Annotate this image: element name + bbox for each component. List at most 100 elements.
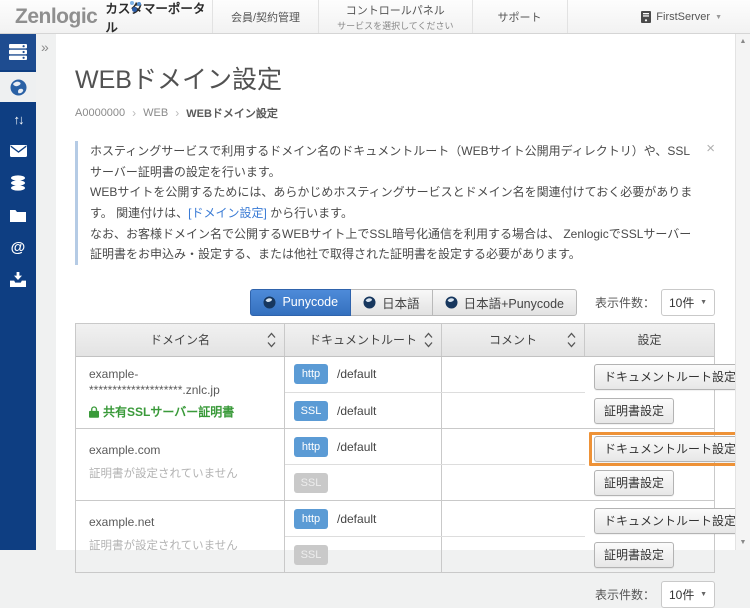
- sort-down-icon: [567, 341, 576, 347]
- info-paragraph-2-tail: から行います。: [267, 206, 353, 220]
- display-count-value: 10件: [669, 586, 694, 603]
- caret-down-icon: ▼: [700, 591, 707, 598]
- database-icon: [10, 175, 26, 191]
- display-count-select-bottom[interactable]: 10件 ▼: [661, 581, 715, 608]
- breadcrumb-account[interactable]: A0000000: [75, 107, 125, 119]
- menu-item-support[interactable]: サポート: [472, 0, 568, 33]
- header-domain-name[interactable]: ドメイン名: [76, 324, 285, 356]
- scroll-down-arrow-icon[interactable]: ▼: [740, 539, 747, 546]
- docroot-settings-button[interactable]: ドキュメントルート設定: [594, 508, 746, 534]
- http-path: /default: [337, 512, 376, 526]
- table-toolbar: Punycode 日本語 日本語+Punycode 表示件数： 10件 ▼: [75, 289, 715, 316]
- account-selector[interactable]: FirstServer ▼: [641, 0, 722, 34]
- cert-settings-button[interactable]: 証明書設定: [594, 398, 674, 424]
- info-paragraph-2-text: WEBサイトを公開するためには、あらかじめホスティングサービスとドメイン名を関連…: [90, 185, 692, 220]
- no-cert-note: 証明書が設定されていません: [89, 537, 274, 553]
- domain-table: ドメイン名 ドキュメントルート コメント: [75, 323, 715, 573]
- scroll-up-arrow-icon[interactable]: ▲: [740, 38, 747, 45]
- header-label: コメント: [489, 331, 537, 348]
- sidebar-item-install[interactable]: [0, 264, 36, 294]
- sort-up-icon: [424, 332, 433, 338]
- ssl-comment: [442, 465, 585, 500]
- ssl-subrow: SSL: [285, 465, 585, 500]
- globe-icon: [10, 79, 27, 96]
- settings-cell: ドキュメントルート設定 証明書設定: [585, 501, 714, 572]
- vertical-scrollbar[interactable]: ▲ ▼: [735, 34, 750, 550]
- ssl-docroot: SSL: [285, 537, 442, 572]
- header-document-root[interactable]: ドキュメントルート: [285, 324, 442, 356]
- ssl-subrow: SSL /default: [285, 393, 585, 428]
- display-count-select[interactable]: 10件 ▼: [661, 289, 715, 316]
- japanese-punycode-toggle-button[interactable]: 日本語+Punycode: [432, 289, 577, 316]
- menu-label: サポート: [498, 9, 542, 25]
- breadcrumb-web[interactable]: WEB: [143, 107, 168, 119]
- chevron-right-icon: ›: [132, 106, 136, 120]
- sidebar-item-web-domain[interactable]: [0, 72, 36, 102]
- folder-icon: [10, 209, 26, 222]
- header-label: 設定: [637, 331, 661, 348]
- sidebar-item-mail-address[interactable]: @: [0, 232, 36, 262]
- http-subrow: http /default: [285, 429, 585, 465]
- settings-cell: ドキュメントルート設定 証明書設定: [585, 429, 714, 500]
- sidebar-item-files[interactable]: [0, 200, 36, 230]
- menu-item-members[interactable]: 会員/契約管理: [212, 0, 318, 33]
- docroot-comment-cell: http /default SSL: [285, 429, 585, 500]
- header-settings: 設定: [585, 324, 714, 356]
- ssl-comment: [442, 537, 585, 572]
- sidebar-expand-chevrons[interactable]: »: [41, 39, 49, 55]
- japanese-toggle-button[interactable]: 日本語: [350, 289, 433, 316]
- at-sign-icon: @: [11, 239, 26, 256]
- http-docroot: http /default: [285, 501, 442, 536]
- ssl-docroot: SSL /default: [285, 393, 442, 428]
- http-docroot: http /default: [285, 357, 442, 392]
- sort-arrows[interactable]: [267, 332, 276, 347]
- orange-highlight-box: ドキュメントルート設定: [589, 432, 750, 466]
- docroot-settings-button[interactable]: ドキュメントルート設定: [594, 364, 746, 390]
- sort-up-icon: [567, 332, 576, 338]
- sort-down-icon: [267, 341, 276, 347]
- table-header: ドメイン名 ドキュメントルート コメント: [76, 324, 714, 357]
- caret-down-icon: ▼: [715, 14, 722, 21]
- http-subrow: http /default: [285, 501, 585, 537]
- sidebar-item-mail[interactable]: [0, 136, 36, 166]
- account-name: FirstServer: [656, 11, 710, 23]
- top-navigation-bar: Zenlogic カスタマーポータル 会員/契約管理 コントロールパネル サービ…: [0, 0, 750, 34]
- domain-name-line1: example.com: [89, 442, 274, 458]
- logo-text: Zenlogic: [15, 5, 97, 29]
- caret-down-icon: ▼: [700, 299, 707, 306]
- cert-settings-button[interactable]: 証明書設定: [594, 470, 674, 496]
- globe-icon: [445, 296, 458, 309]
- domain-settings-link[interactable]: [ドメイン設定]: [188, 206, 267, 220]
- header-comment[interactable]: コメント: [442, 324, 585, 356]
- toggle-label: 日本語+Punycode: [464, 293, 564, 312]
- sort-arrows[interactable]: [567, 332, 576, 347]
- domain-cell: example.com 証明書が設定されていません: [76, 429, 285, 500]
- table-row-znlc-domain: example- ********************.znlc.jp 共有…: [76, 357, 714, 429]
- domain-name-line2: ********************.znlc.jp: [89, 382, 274, 398]
- logo: Zenlogic カスタマーポータル: [0, 0, 212, 33]
- docroot-comment-cell: http /default SSL: [285, 501, 585, 572]
- lock-icon: [89, 406, 99, 418]
- display-count-value: 10件: [669, 294, 694, 311]
- sort-arrows[interactable]: [424, 332, 433, 347]
- close-icon[interactable]: ×: [706, 141, 715, 265]
- sidebar-item-database[interactable]: [0, 168, 36, 198]
- domain-name-line1: example-: [89, 366, 274, 382]
- sidebar-item-transfer[interactable]: ↑↓: [0, 104, 36, 134]
- http-subrow: http /default: [285, 357, 585, 393]
- ssl-badge-disabled: SSL: [294, 473, 328, 493]
- menu-item-control-panel[interactable]: コントロールパネル サービスを選択してください: [318, 0, 471, 33]
- sidebar-item-services[interactable]: [0, 34, 36, 70]
- http-badge: http: [294, 364, 328, 384]
- cert-settings-button[interactable]: 証明書設定: [594, 542, 674, 568]
- top-menu: 会員/契約管理 コントロールパネル サービスを選択してください サポート: [212, 0, 568, 33]
- docroot-settings-button-highlighted[interactable]: ドキュメントルート設定: [594, 436, 746, 462]
- sidebar: ↑↓ @: [0, 34, 36, 550]
- punycode-toggle-button[interactable]: Punycode: [250, 289, 351, 316]
- domain-name-line1: example.net: [89, 514, 274, 530]
- main-content: WEBドメイン設定 A0000000 › WEB › WEBドメイン設定 ホステ…: [56, 34, 735, 550]
- envelope-icon: [10, 145, 27, 157]
- no-cert-note: 証明書が設定されていません: [89, 465, 274, 481]
- info-paragraph-2: WEBサイトを公開するためには、あらかじめホスティングサービスとドメイン名を関連…: [90, 182, 696, 223]
- docroot-comment-cell: http /default SSL /default: [285, 357, 585, 428]
